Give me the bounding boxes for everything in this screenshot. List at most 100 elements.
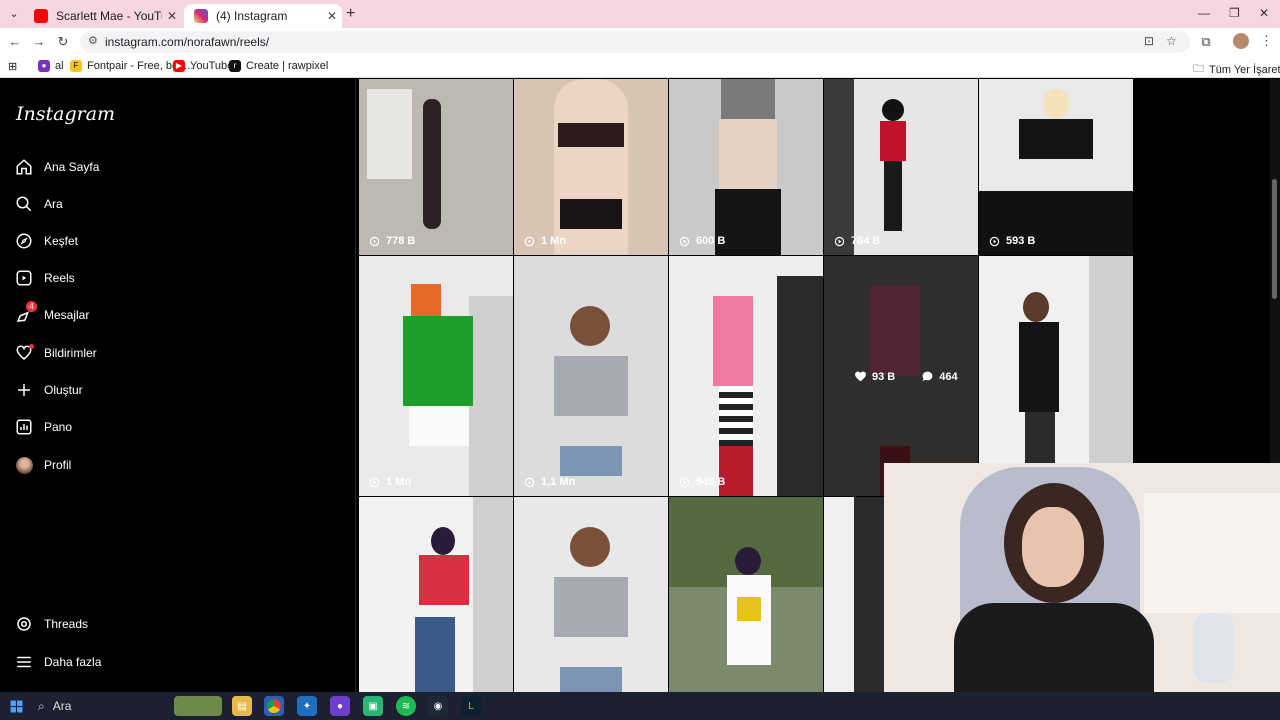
instagram-logo[interactable]: Instagram xyxy=(16,103,115,125)
nav-reels[interactable]: Reels xyxy=(14,265,75,291)
app-icon[interactable]: ▣ xyxy=(363,696,383,716)
view-count: 1 Mn xyxy=(524,235,566,247)
widget-image[interactable] xyxy=(174,696,222,716)
reel-thumbnail[interactable] xyxy=(359,497,513,692)
reel-thumbnail-hover[interactable]: 93 B 464 xyxy=(824,256,978,496)
threads-icon xyxy=(14,614,34,634)
windows-taskbar: ⌕ Ara ▤ ✦ ● ▣ ≋ ◉ L xyxy=(0,692,1280,720)
nav-label: Profil xyxy=(44,458,72,472)
all-bookmarks-folder[interactable]: 🗀 Tüm Yer İşaretleri xyxy=(1193,60,1280,79)
nav-label: Mesajlar xyxy=(44,308,90,322)
nav-more[interactable]: Daha fazla xyxy=(14,649,101,675)
nav-dashboard[interactable]: Pano xyxy=(14,414,72,440)
youtube-favicon-icon xyxy=(34,9,48,23)
reload-icon[interactable]: ↻ xyxy=(54,34,72,50)
tab-instagram[interactable]: (4) Instagram ✕ xyxy=(184,4,342,28)
bookmark-youtube[interactable]: ▶ YouTube xyxy=(173,60,233,72)
reel-thumbnail[interactable]: 1,1 Mn xyxy=(514,256,668,496)
tab-search-icon[interactable]: ⌄ xyxy=(6,6,22,22)
home-icon xyxy=(14,157,34,177)
reel-thumbnail[interactable]: 1 Mn xyxy=(514,79,668,255)
nav-explore[interactable]: Keşfet xyxy=(14,228,78,254)
heart-icon xyxy=(14,343,34,363)
tab-youtube[interactable]: Scarlett Mae - YouTube ✕ xyxy=(24,4,182,28)
play-icon xyxy=(369,236,380,246)
scrollbar-thumb[interactable] xyxy=(1272,179,1277,299)
app-icon[interactable]: ✦ xyxy=(297,696,317,716)
view-count: 949 B xyxy=(679,476,725,488)
heart-icon xyxy=(855,371,866,382)
site-info-icon[interactable]: ⚙ xyxy=(88,34,98,47)
bookmark-al[interactable]: ● al xyxy=(38,60,64,72)
reel-thumbnail[interactable]: 593 B xyxy=(979,79,1133,255)
nav-label: Oluştur xyxy=(44,383,83,397)
tab-strip: ⌄ Scarlett Mae - YouTube ✕ (4) Instagram… xyxy=(0,0,1280,28)
close-tab-icon[interactable]: ✕ xyxy=(162,9,182,23)
spotify-icon[interactable]: ≋ xyxy=(396,696,416,716)
reel-thumbnail[interactable]: 778 B xyxy=(359,79,513,255)
league-icon[interactable]: L xyxy=(461,696,481,716)
reel-thumbnail[interactable]: 764 B xyxy=(824,79,978,255)
bookmark-star-icon[interactable]: ☆ xyxy=(1166,34,1177,48)
browser-menu-icon[interactable]: ⋮ xyxy=(1260,33,1273,49)
reel-thumbnail[interactable]: 600 B xyxy=(669,79,823,255)
reel-thumbnail[interactable] xyxy=(669,497,823,692)
message-count-badge: 4 xyxy=(26,301,37,312)
bookmark-rawpixel[interactable]: r Create | rawpixel xyxy=(229,60,328,72)
reel-thumbnail[interactable]: 1 Mn xyxy=(359,256,513,496)
new-tab-button[interactable]: + xyxy=(346,5,355,23)
url-text[interactable]: instagram.com/norafawn/reels/ xyxy=(105,35,269,49)
extensions-icon[interactable]: ⧉ xyxy=(1197,34,1215,50)
messenger-icon: 4 xyxy=(14,301,37,325)
steam-icon[interactable]: ◉ xyxy=(428,696,448,716)
nav-profile[interactable]: Profil xyxy=(14,452,71,478)
nav-label: Bildirimler xyxy=(44,346,97,360)
nav-label: Ara xyxy=(44,197,63,211)
search-icon xyxy=(14,194,34,214)
bookmark-label: YouTube xyxy=(190,60,234,72)
taskbar-search[interactable]: ⌕ Ara xyxy=(32,696,172,716)
reel-thumbnail[interactable] xyxy=(824,497,884,692)
compass-icon xyxy=(14,231,34,251)
reel-thumbnail[interactable] xyxy=(514,497,668,692)
bookmarks-bar: ⊞ ● al F Fontpair - Free, bea... ▶ YouTu… xyxy=(0,56,1280,78)
nav-threads[interactable]: Threads xyxy=(14,611,88,637)
dashboard-icon xyxy=(14,417,34,437)
nav-home[interactable]: Ana Sayfa xyxy=(14,154,99,180)
close-window-icon[interactable]: ✕ xyxy=(1259,6,1269,20)
forward-icon[interactable]: → xyxy=(30,34,48,49)
reels-icon xyxy=(14,268,34,288)
instagram-favicon-icon xyxy=(194,9,208,23)
hover-stats: 93 B 464 xyxy=(854,370,958,383)
address-bar[interactable]: ⚙ instagram.com/norafawn/reels/ ⊡ ☆ xyxy=(80,31,1190,53)
nav-label: Daha fazla xyxy=(44,655,102,669)
tab-title: Scarlett Mae - YouTube xyxy=(56,9,162,23)
view-count: 1 Mn xyxy=(369,476,411,488)
nav-notifications[interactable]: Bildirimler xyxy=(14,340,97,366)
back-icon[interactable]: ← xyxy=(6,34,24,49)
windows-start-icon[interactable] xyxy=(6,696,26,716)
avatar-icon xyxy=(14,455,34,475)
restore-icon[interactable]: ❐ xyxy=(1229,6,1240,20)
nav-create[interactable]: Oluştur xyxy=(14,377,83,403)
view-count: 1,1 Mn xyxy=(524,476,575,488)
bookmark-label: Tüm Yer İşaretleri xyxy=(1209,63,1280,76)
sidebar: Instagram Ana Sayfa Ara Keşfet Reels 4 M… xyxy=(0,79,356,692)
file-explorer-icon[interactable]: ▤ xyxy=(232,696,252,716)
close-tab-icon[interactable]: ✕ xyxy=(322,9,342,23)
view-count: 778 B xyxy=(369,235,415,247)
bookmark-favicon-icon: F xyxy=(70,60,82,72)
obs-icon[interactable]: ● xyxy=(330,696,350,716)
install-icon[interactable]: ⊡ xyxy=(1144,34,1154,48)
reel-thumbnail[interactable]: 949 B xyxy=(669,256,823,496)
like-count: 93 B xyxy=(872,370,896,383)
comment-count: 464 xyxy=(939,370,958,383)
profile-avatar[interactable] xyxy=(1233,33,1249,49)
minimize-icon[interactable]: — xyxy=(1198,6,1210,20)
view-count: 600 B xyxy=(679,235,725,247)
apps-grid-icon[interactable]: ⊞ xyxy=(8,60,17,73)
chrome-icon[interactable] xyxy=(264,696,284,716)
nav-messages[interactable]: 4 Mesajlar xyxy=(14,301,90,328)
reel-thumbnail[interactable] xyxy=(979,256,1133,496)
nav-search[interactable]: Ara xyxy=(14,191,63,217)
